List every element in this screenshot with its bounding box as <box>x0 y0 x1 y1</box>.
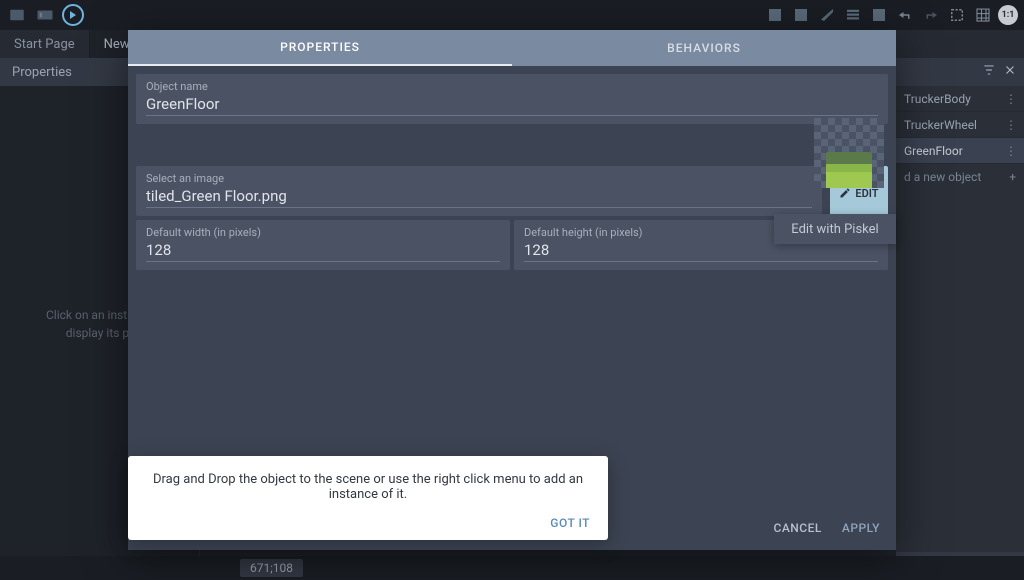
project-icon[interactable] <box>6 5 28 25</box>
image-thumbnail <box>814 118 884 188</box>
object-name-label: Object name <box>146 80 878 93</box>
cancel-button[interactable]: CANCEL <box>773 521 821 535</box>
select-image-field[interactable]: Select an image <box>136 166 822 216</box>
add-object-row[interactable]: d a new object + <box>896 164 1024 190</box>
object-menu-icon[interactable]: ⋮ <box>1005 92 1016 106</box>
zoom-ratio-badge[interactable]: 1:1 <box>998 5 1018 25</box>
tooltip-text: Drag and Drop the object to the scene or… <box>146 472 590 502</box>
plus-icon: + <box>1009 170 1016 184</box>
objects-panel-header <box>896 58 1024 86</box>
object-label: GreenFloor <box>904 144 963 158</box>
tool-icon-2[interactable] <box>790 5 812 25</box>
grid-icon[interactable] <box>972 5 994 25</box>
object-name-input[interactable] <box>146 95 878 113</box>
scene-icon[interactable] <box>34 5 56 25</box>
top-toolbar: 1:1 <box>0 0 1024 30</box>
tool-icon-5[interactable] <box>868 5 890 25</box>
tool-icon-4[interactable] <box>842 5 864 25</box>
select-image-input[interactable] <box>146 187 812 205</box>
zoom-fit-icon[interactable] <box>946 5 968 25</box>
redo-icon[interactable] <box>920 5 942 25</box>
object-label: TruckerBody <box>904 92 971 106</box>
undo-icon[interactable] <box>894 5 916 25</box>
status-bar: 671;108 <box>0 556 1024 580</box>
filter-icon[interactable] <box>982 63 996 81</box>
onboarding-tooltip: Drag and Drop the object to the scene or… <box>128 456 608 540</box>
object-menu-icon[interactable]: ⋮ <box>1005 144 1016 158</box>
play-button[interactable] <box>62 4 84 26</box>
add-object-label: d a new object <box>904 170 981 184</box>
object-row-greenfloor[interactable]: GreenFloor ⋮ <box>896 138 1024 164</box>
apply-button[interactable]: APPLY <box>842 521 880 535</box>
select-image-label: Select an image <box>146 172 812 185</box>
dialog-tab-behaviors[interactable]: BEHAVIORS <box>512 30 896 66</box>
cursor-coordinates: 671;108 <box>240 559 303 577</box>
edit-button-label: EDIT <box>855 187 878 200</box>
dialog-tab-properties[interactable]: PROPERTIES <box>128 30 512 66</box>
pencil-icon <box>839 187 851 199</box>
dialog-tabs: PROPERTIES BEHAVIORS <box>128 30 896 66</box>
object-label: TruckerWheel <box>904 118 977 132</box>
edit-with-piskel-tooltip[interactable]: Edit with Piskel <box>774 214 896 244</box>
tool-icon-1[interactable] <box>764 5 786 25</box>
default-width-label: Default width (in pixels) <box>146 226 500 239</box>
object-menu-icon[interactable]: ⋮ <box>1005 118 1016 132</box>
tab-start-page[interactable]: Start Page <box>0 30 90 58</box>
object-row-truckerwheel[interactable]: TruckerWheel ⋮ <box>896 112 1024 138</box>
objects-panel: TruckerBody ⋮ TruckerWheel ⋮ GreenFloor … <box>896 58 1024 580</box>
object-row-truckerbody[interactable]: TruckerBody ⋮ <box>896 86 1024 112</box>
close-panel-icon[interactable] <box>1004 64 1016 80</box>
default-width-input[interactable] <box>146 241 500 259</box>
object-name-field[interactable]: Object name <box>136 74 888 124</box>
got-it-button[interactable]: GOT IT <box>146 516 590 530</box>
default-width-field[interactable]: Default width (in pixels) <box>136 220 510 270</box>
tool-icon-3[interactable] <box>816 5 838 25</box>
